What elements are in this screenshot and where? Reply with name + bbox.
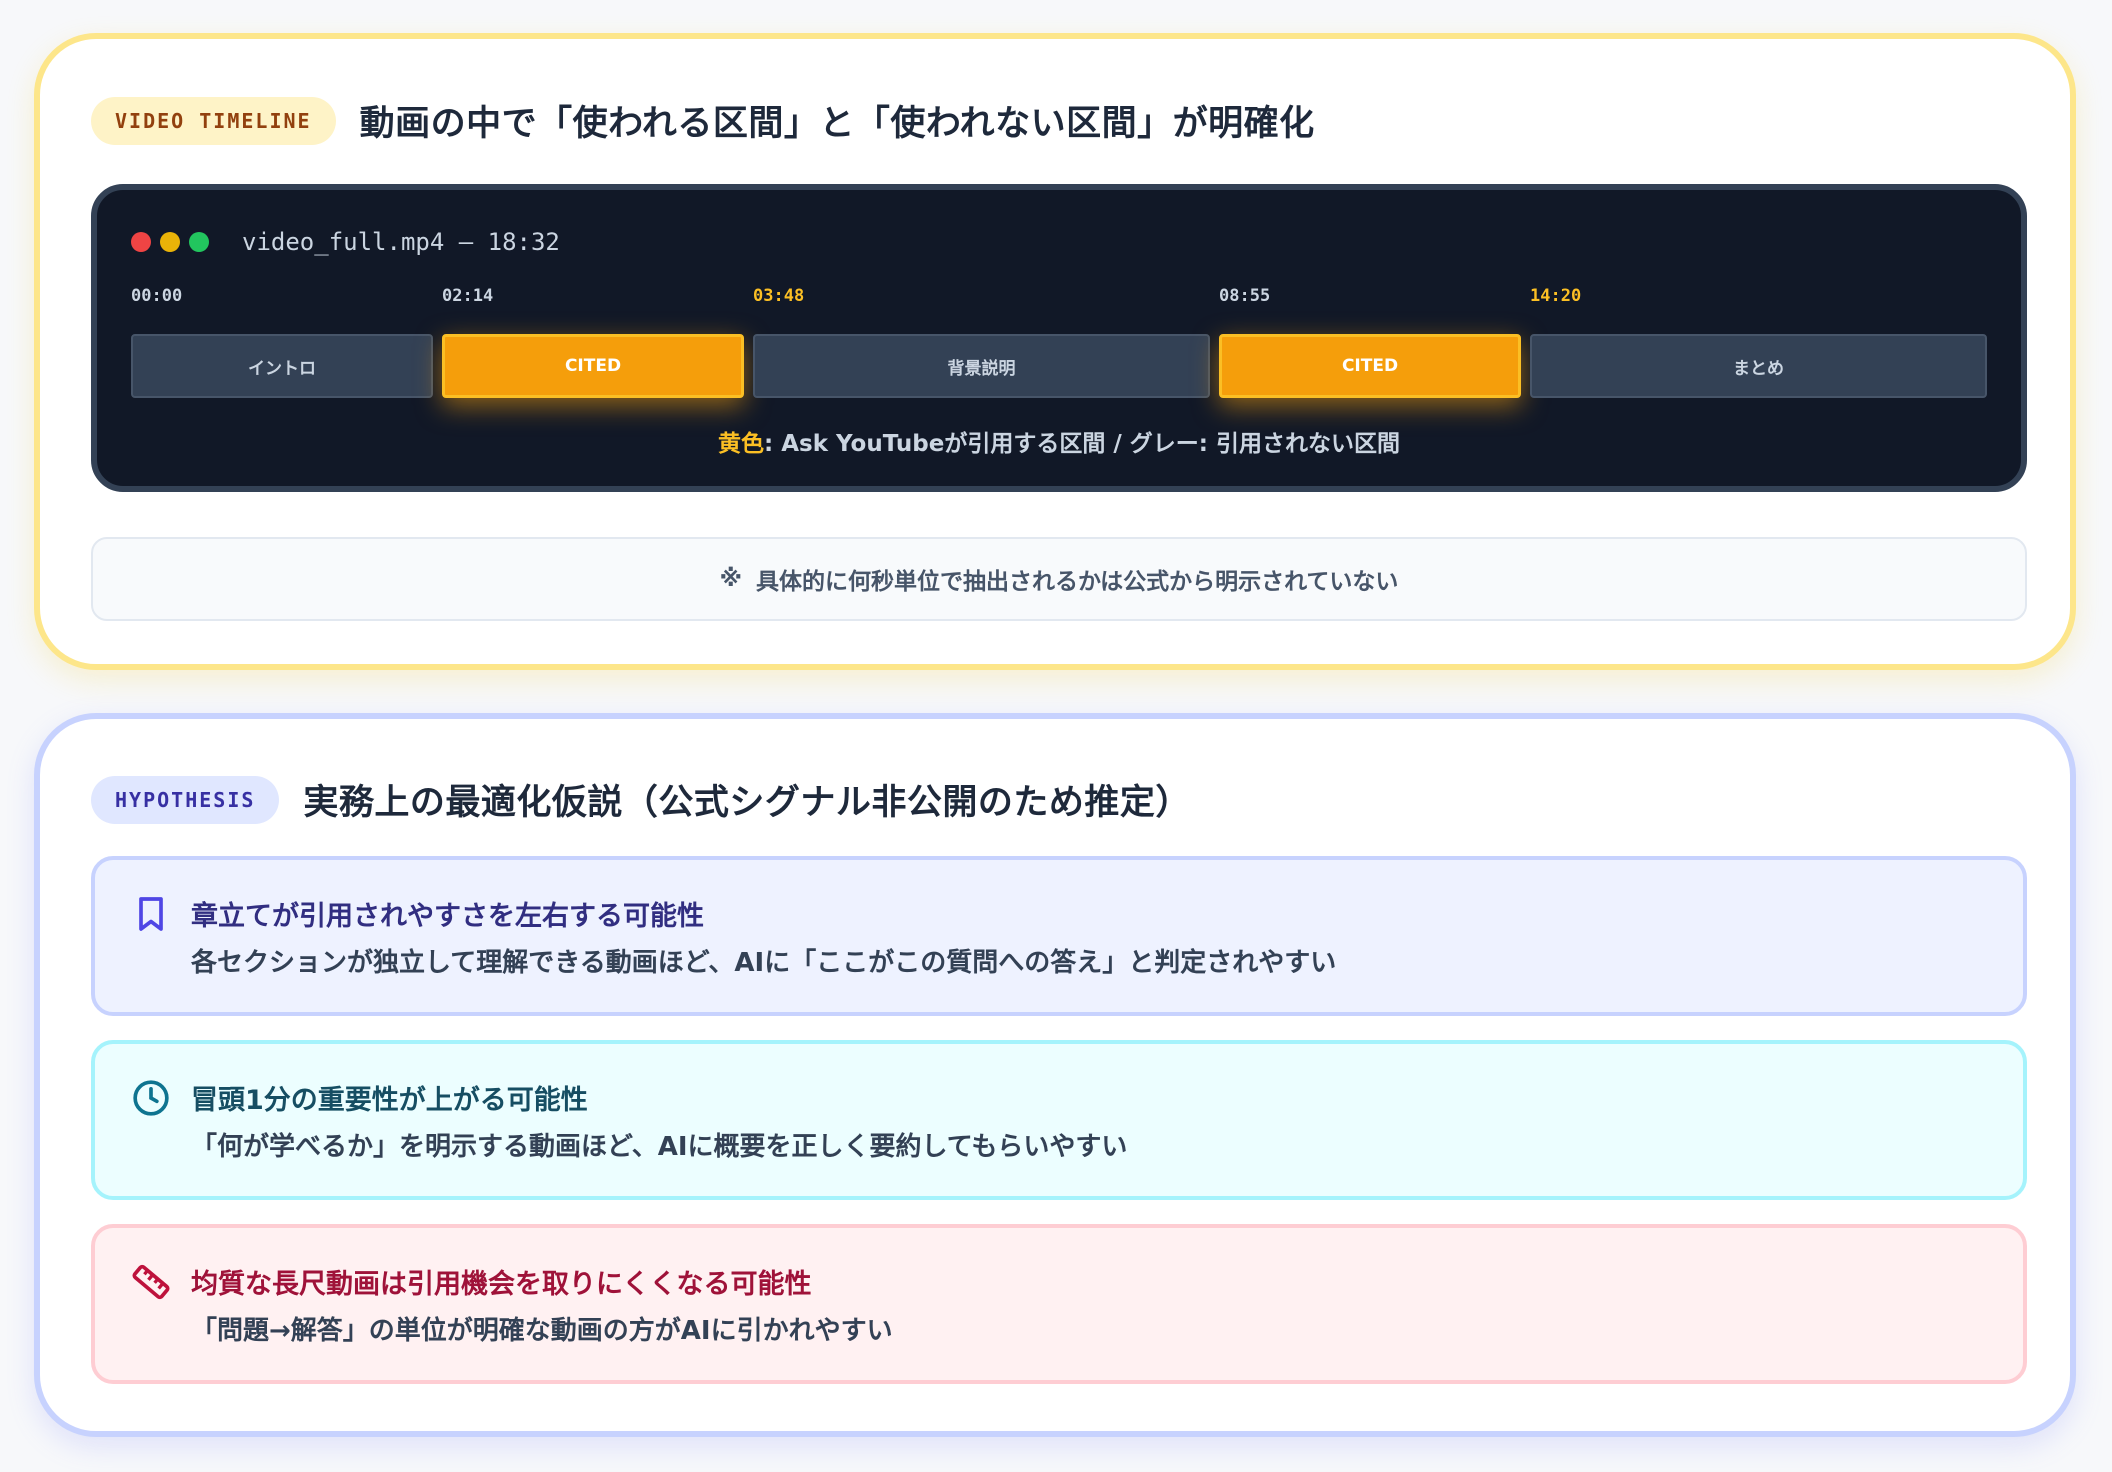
hypothesis-title: 章立てが引用されやすさを左右する可能性 — [191, 901, 704, 932]
hypothesis-card-title: 実務上の最適化仮説（公式シグナル非公開のため推定） — [303, 783, 1191, 823]
timeline-card-title: 動画の中で「使われる区間」と「使われない区間」が明確化 — [359, 104, 1315, 144]
hypothesis-badge: HYPOTHESIS — [91, 775, 280, 824]
timeline-segment-intro[interactable]: イントロ — [131, 334, 433, 398]
disclaimer-text: 具体的に何秒単位で抽出されるかは公式から明示されていない — [755, 569, 1399, 595]
timeline-segment-background[interactable]: 背景説明 — [753, 334, 1210, 398]
video-player-timeline: video_full.mp4 — 18:32 00:00 02:14 03:48… — [91, 184, 2027, 492]
hypothesis-item-long-form: 均質な長尺動画は引用機会を取りにくくなる可能性 「問題→解答」の単位が明確な動画… — [91, 1224, 2027, 1384]
timestamp-tick: 08:55 — [1219, 286, 1271, 306]
timestamp-tick-highlight: 14:20 — [1530, 286, 1582, 306]
hypothesis-title: 均質な長尺動画は引用機会を取りにくくなる可能性 — [191, 1269, 812, 1300]
timestamp-tick: 00:00 — [131, 286, 183, 306]
bookmark-icon — [139, 897, 163, 931]
timeline-segment-cited[interactable]: CITED — [1219, 334, 1521, 398]
timeline-card-header: VIDEO TIMELINE 動画の中で「使われる区間」と「使われない区間」が明… — [91, 95, 1315, 146]
hypothesis-description: 各セクションが独立して理解できる動画ほど、AIに「ここがこの質問への答え」と判定… — [191, 948, 1337, 978]
hypothesis-card-header: HYPOTHESIS 実務上の最適化仮説（公式シグナル非公開のため推定） — [91, 774, 1191, 825]
disclaimer-note: ※ 具体的に何秒単位で抽出されるかは公式から明示されていない — [91, 537, 2027, 621]
hypothesis-item-opening: 冒頭1分の重要性が上がる可能性 「何が学べるか」を明示する動画ほど、AIに概要を… — [91, 1040, 2027, 1200]
legend-yellow-text: : Ask YouTubeが引用する区間 / — [764, 431, 1130, 457]
timeline-segment-summary[interactable]: まとめ — [1530, 334, 1987, 398]
legend-gray-key: グレー — [1129, 431, 1199, 457]
legend-yellow-key: 黄色 — [718, 431, 765, 457]
timeline-legend: 黄色: Ask YouTubeが引用する区間 / グレー: 引用されない区間 — [97, 424, 2021, 458]
timestamp-tick: 02:14 — [442, 286, 494, 306]
video-file-label: video_full.mp4 — 18:32 — [242, 228, 560, 256]
hypothesis-description: 「問題→解答」の単位が明確な動画の方がAIに引かれやすい — [191, 1316, 893, 1346]
close-dot-icon[interactable] — [131, 232, 151, 252]
ruler-icon — [132, 1264, 170, 1300]
minimize-dot-icon[interactable] — [160, 232, 180, 252]
hypothesis-item-chapters: 章立てが引用されやすさを左右する可能性 各セクションが独立して理解できる動画ほど… — [91, 856, 2027, 1016]
legend-gray-text: : 引用されない区間 — [1198, 431, 1400, 457]
window-controls — [131, 232, 218, 252]
reference-mark: ※ — [719, 566, 742, 592]
hypothesis-description: 「何が学べるか」を明示する動画ほど、AIに概要を正しく要約してもらいやすい — [191, 1132, 1128, 1162]
video-timeline-badge: VIDEO TIMELINE — [91, 96, 336, 145]
hypothesis-title: 冒頭1分の重要性が上がる可能性 — [191, 1085, 588, 1116]
timeline-segment-cited[interactable]: CITED — [442, 334, 744, 398]
clock-icon — [133, 1080, 169, 1116]
timestamp-tick-highlight: 03:48 — [753, 286, 805, 306]
maximize-dot-icon[interactable] — [189, 232, 209, 252]
hypothesis-card: HYPOTHESIS 実務上の最適化仮説（公式シグナル非公開のため推定） 章立て… — [34, 713, 2076, 1437]
video-timeline-card: VIDEO TIMELINE 動画の中で「使われる区間」と「使われない区間」が明… — [34, 33, 2076, 670]
